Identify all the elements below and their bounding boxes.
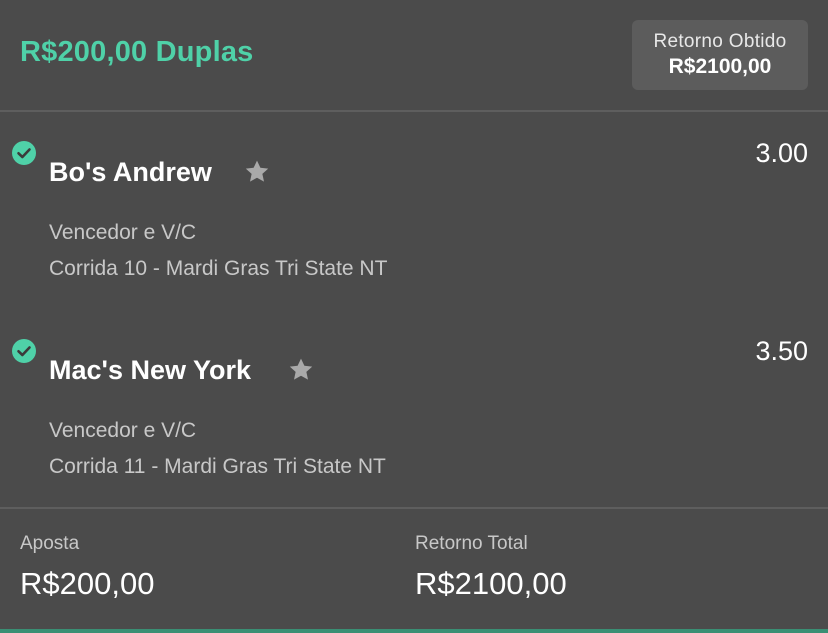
return-obtained-label: Retorno Obtido <box>653 31 787 52</box>
bet-receipt: R$200,00 Duplas Retorno Obtido R$2100,00… <box>0 0 828 633</box>
return-obtained-value: R$2100,00 <box>668 55 772 78</box>
race-name: Corrida 10 - Mardi Gras Tri State NT <box>49 257 388 280</box>
bottom-accent-bar <box>0 629 828 633</box>
odds-value: 3.00 <box>755 138 808 168</box>
race-name: Corrida 11 - Mardi Gras Tri State NT <box>49 455 386 478</box>
stake-value: R$200,00 <box>20 566 155 601</box>
total-return-value: R$2100,00 <box>415 566 567 601</box>
runner-name: Mac's New York <box>49 355 252 385</box>
footer-divider <box>0 507 828 509</box>
star-icon[interactable] <box>243 158 271 186</box>
return-obtained-badge: Retorno Obtido R$2100,00 <box>632 20 808 90</box>
total-return-label: Retorno Total <box>415 533 528 554</box>
bet-header: R$200,00 Duplas Retorno Obtido R$2100,00 <box>0 0 828 110</box>
check-circle-icon <box>12 339 36 363</box>
stake-label: Aposta <box>20 533 80 554</box>
odds-value: 3.50 <box>755 336 808 366</box>
selection-item[interactable]: Bo's Andrew 3.00 Vencedor e V/C Corrida … <box>0 112 828 302</box>
bet-title: R$200,00 Duplas <box>20 36 254 68</box>
market-type: Vencedor e V/C <box>49 221 197 244</box>
check-circle-icon <box>12 141 36 165</box>
star-icon[interactable] <box>287 356 315 384</box>
selection-item[interactable]: Mac's New York 3.50 Vencedor e V/C Corri… <box>0 310 828 500</box>
market-type: Vencedor e V/C <box>49 419 197 442</box>
runner-name: Bo's Andrew <box>49 157 212 187</box>
